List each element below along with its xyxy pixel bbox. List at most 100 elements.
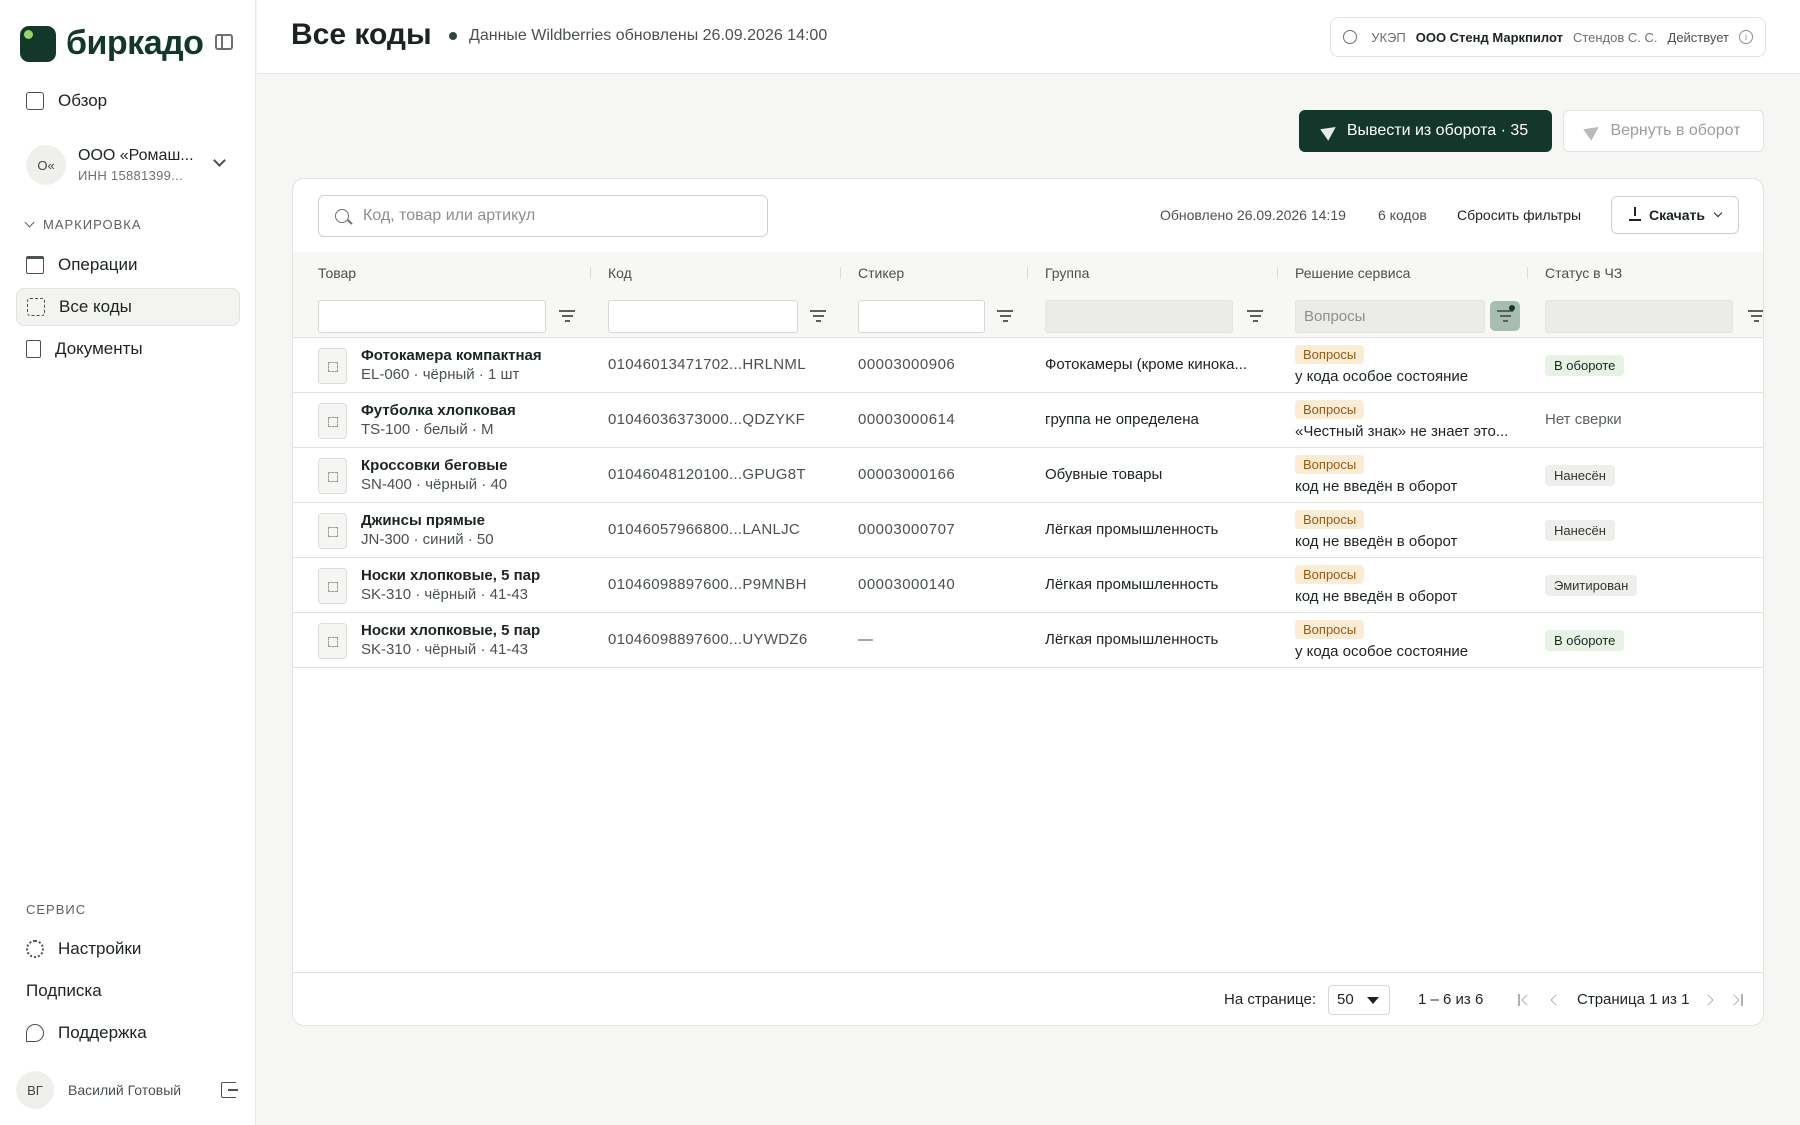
filter-icon[interactable] [997, 310, 1013, 322]
decision-badge: Вопросы [1295, 620, 1365, 639]
table-row[interactable]: Футболка хлопковая TS-100 · белый · M 0104… [293, 393, 1763, 448]
logo[interactable]: биркадо [20, 24, 204, 63]
filter-input-sticker[interactable] [858, 300, 985, 333]
user-name: Василий Готовый [68, 1082, 182, 1098]
column-header-code[interactable]: Код [608, 265, 632, 281]
status-dot-icon [449, 32, 457, 40]
search-icon [335, 209, 349, 223]
org-switcher[interactable]: О« ООО «Ромаш... ИНН 15881399... [26, 142, 238, 188]
document-icon [26, 340, 41, 358]
chevron-right-icon [1702, 994, 1714, 1006]
sidebar: биркадо Обзор О« ООО «Ромаш... ИНН 15881… [0, 0, 256, 1125]
filter-icon[interactable] [1247, 310, 1263, 322]
code-value: 01046057966800...LANLJC [608, 521, 801, 538]
sidebar-item-all-codes[interactable]: Все коды [16, 288, 240, 326]
filter-input-status[interactable] [1545, 300, 1733, 333]
avatar[interactable]: ВГ [16, 1071, 54, 1109]
filter-icon[interactable] [1748, 310, 1763, 322]
search-input[interactable] [363, 207, 743, 225]
sticker-value: 00003000707 [858, 521, 956, 538]
chevron-right-icon [1728, 994, 1740, 1006]
sidebar-item-label: Обзор [58, 91, 108, 110]
sidebar-item-settings[interactable]: Настройки [16, 930, 240, 968]
info-icon[interactable]: i [1739, 30, 1753, 44]
send-icon [1320, 121, 1340, 141]
reset-filters-button[interactable]: Сбросить фильтры [1457, 207, 1581, 223]
column-resize-handle[interactable] [1527, 267, 1528, 279]
next-page-button[interactable] [1702, 993, 1716, 1007]
decision-badge: Вопросы [1295, 510, 1365, 529]
product-details: SK-310 · чёрный · 41-43 [361, 641, 528, 658]
sidebar-item-label: Операции [58, 255, 138, 274]
column-resize-handle[interactable] [840, 267, 841, 279]
decision-badge: Вопросы [1295, 565, 1365, 584]
product-image-icon [318, 458, 347, 494]
signature-status[interactable]: УКЭП ООО Стенд Маркпилот Стендов С. С. Д… [1330, 17, 1766, 57]
column-filters: Вопросы [293, 294, 1763, 338]
download-button[interactable]: Скачать [1611, 196, 1739, 234]
section-service: СЕРВИС [26, 902, 86, 917]
per-page-value: 50 [1337, 991, 1354, 1008]
sidebar-item-operations[interactable]: Операции [16, 246, 240, 284]
decision-text: код не введён в оборот [1295, 588, 1458, 605]
filter-input-product[interactable] [318, 300, 546, 333]
product-image-icon [318, 403, 347, 439]
status-badge: Нанесён [1545, 520, 1615, 541]
section-marking-toggle[interactable]: МАРКИРОВКА [24, 217, 142, 232]
withdraw-button[interactable]: Вывести из оборота · 35 [1299, 110, 1552, 152]
table-row[interactable]: Кроссовки беговые SN-400 · чёрный · 40 010… [293, 448, 1763, 503]
column-header-sticker[interactable]: Стикер [858, 265, 904, 281]
last-page-icon [1741, 994, 1743, 1006]
table-row[interactable]: Джинсы прямые JN-300 · синий · 50 01046057… [293, 503, 1763, 558]
sidebar-item-subscription[interactable]: Подписка [16, 972, 240, 1010]
prev-page-button[interactable] [1549, 993, 1562, 1007]
decision-badge: Вопросы [1295, 455, 1365, 474]
last-page-button[interactable] [1728, 993, 1743, 1007]
filter-icon[interactable] [559, 310, 575, 322]
group-value: Фотокамеры (кроме кинока... [1045, 356, 1248, 373]
send-icon [1583, 121, 1604, 141]
column-header-group[interactable]: Группа [1045, 265, 1089, 281]
column-resize-handle[interactable] [1027, 267, 1028, 279]
filter-input-group[interactable] [1045, 300, 1233, 333]
column-resize-handle[interactable] [1277, 267, 1278, 279]
codes-table-card: Обновлено 26.09.2026 14:19 6 кодов Сброс… [292, 178, 1764, 1026]
return-button[interactable]: Вернуть в оборот [1563, 110, 1764, 152]
page-title: Все коды [291, 18, 432, 51]
sidebar-item-overview[interactable]: Обзор [16, 82, 240, 120]
download-icon [1629, 207, 1642, 221]
decision-text: код не введён в оборот [1295, 478, 1458, 495]
filter-input-decision[interactable]: Вопросы [1295, 300, 1485, 333]
group-value: Обувные товары [1045, 466, 1163, 483]
filter-active-icon[interactable] [1490, 301, 1520, 331]
key-icon [1343, 30, 1358, 44]
product-image-icon [318, 623, 347, 659]
status-badge: Эмитирован [1545, 575, 1638, 596]
column-header-status[interactable]: Статус в ЧЗ [1545, 265, 1622, 281]
per-page-label: На странице: [1224, 991, 1316, 1008]
per-page-select[interactable]: 50 [1328, 985, 1390, 1015]
sidebar-collapse-icon[interactable] [215, 34, 233, 50]
product-name: Футболка хлопковая [361, 402, 516, 419]
table-row[interactable]: Носки хлопковые, 5 пар SK-310 · чёрный · … [293, 613, 1763, 668]
sidebar-item-support[interactable]: Поддержка [16, 1014, 240, 1052]
logout-icon[interactable] [221, 1082, 238, 1098]
product-details: TS-100 · белый · M [361, 421, 494, 438]
table-row[interactable]: Носки хлопковые, 5 пар SK-310 · чёрный · … [293, 558, 1763, 613]
status-badge: В обороте [1545, 355, 1625, 376]
decision-text: у кода особое состояние [1295, 368, 1469, 385]
filter-input-code[interactable] [608, 300, 798, 333]
caret-down-icon [1367, 997, 1379, 1004]
sticker-value: 00003000614 [858, 411, 956, 428]
column-header-product[interactable]: Товар [318, 265, 356, 281]
table-row[interactable]: Фотокамера компактная EL-060 · чёрный · 1… [293, 338, 1763, 393]
filter-icon[interactable] [810, 310, 826, 322]
first-page-button[interactable] [1518, 993, 1533, 1007]
group-value: Лёгкая промышленность [1045, 576, 1219, 593]
chevron-left-icon [1550, 994, 1562, 1006]
product-image-icon [318, 513, 347, 549]
column-header-decision[interactable]: Решение сервиса [1295, 265, 1410, 281]
column-resize-handle[interactable] [590, 267, 591, 279]
decision-text: у кода особое состояние [1295, 643, 1469, 660]
sidebar-item-documents[interactable]: Документы [16, 330, 240, 368]
